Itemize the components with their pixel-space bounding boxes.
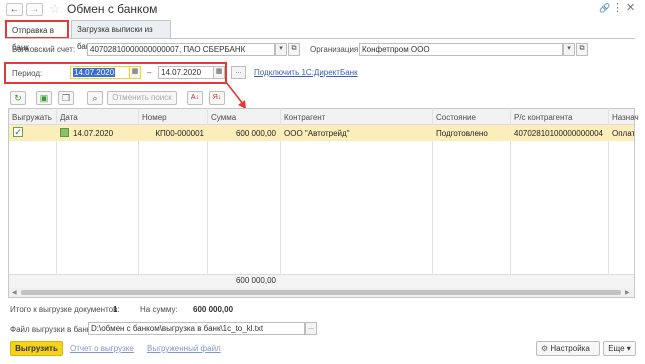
column-header-export[interactable]: Выгружать (12, 113, 52, 122)
column-header-amount[interactable]: Сумма (211, 113, 236, 122)
row-number: КП00-000001 (155, 129, 204, 138)
row-counterparty-account: 40702810100000000004 (514, 129, 603, 138)
open-link-icon: ⧉ (291, 45, 297, 52)
account-field[interactable]: 40702810000000000007, ПАО СБЕРБАНК (87, 43, 275, 56)
period-to-calendar-button[interactable]: ▦ (213, 66, 225, 79)
search-icon: ⌕ (92, 93, 98, 103)
calendar-icon: ▦ (131, 68, 139, 75)
period-from-value: 14.07.2020 (73, 68, 116, 77)
file-label: Файл выгрузки в банк: (10, 325, 93, 334)
sort-desc-button[interactable]: Я↓ (209, 91, 225, 105)
chevron-down-icon: ▾ (626, 344, 631, 353)
arrow-left-icon: ← (9, 4, 20, 15)
connect-directbank-link[interactable]: Подключить 1С:ДиректБанк (254, 68, 358, 77)
column-header-number[interactable]: Номер (142, 113, 167, 122)
close-icon[interactable]: ✕ (626, 1, 635, 14)
column-header-counterparty-account[interactable]: Р/с контрагента (514, 113, 572, 122)
sort-ascending-icon: A↓ (190, 94, 200, 101)
organization-field[interactable]: Конфетпром ООО (359, 43, 563, 56)
sort-descending-icon: Я↓ (212, 94, 222, 101)
docs-count-label: Итого к выгрузке документов: (10, 305, 120, 314)
checkmark-icon: ✓ (14, 127, 22, 137)
sum-label: На сумму: (140, 305, 178, 314)
period-from-field[interactable]: 14.07.2020 (70, 66, 130, 79)
organization-dropdown-button[interactable]: ▾ (563, 43, 575, 56)
table-total-amount: 600 000,00 (235, 276, 276, 285)
document-icon (60, 128, 69, 137)
export-report-link[interactable]: Отчет о выгрузке (70, 344, 134, 353)
copy-button[interactable]: ❐ (58, 91, 74, 105)
period-dash: – (147, 68, 152, 77)
check-list-icon: ▣ (39, 93, 49, 103)
table-total-row (9, 274, 634, 288)
row-counterparty: ООО "Автотрейд" (284, 129, 350, 138)
row-state: Подготовлено (436, 129, 488, 138)
row-amount: 600 000,00 (235, 129, 276, 138)
window-title: Обмен с банком (67, 2, 158, 16)
refresh-icon: ↻ (14, 93, 22, 103)
file-path-field[interactable]: D:\обмен с банком\выгрузка в банк\1c_to_… (88, 322, 305, 335)
cancel-search-button[interactable]: Отменить поиск (107, 91, 177, 105)
calendar-icon: ▦ (215, 68, 223, 75)
organization-open-button[interactable]: ⧉ (576, 43, 588, 56)
docs-count-value: 1 (113, 305, 118, 314)
more-button[interactable]: Еще ▾ (603, 341, 636, 356)
back-button[interactable]: ← (6, 3, 23, 16)
period-select-button[interactable]: ... (231, 66, 246, 79)
tab-send-to-bank[interactable]: Отправка в банк (5, 20, 69, 52)
arrow-right-icon: → (29, 4, 40, 15)
more-label: Еще (608, 344, 625, 353)
find-button[interactable]: ⌕ (87, 91, 103, 105)
forward-button[interactable]: → (26, 3, 43, 16)
tabs-divider (5, 38, 635, 39)
menu-more-icon[interactable]: ⋮ (612, 1, 623, 14)
column-header-counterparty[interactable]: Контрагент (284, 113, 325, 122)
sum-value: 600 000,00 (193, 305, 234, 314)
export-button[interactable]: Выгрузить (10, 341, 63, 356)
period-from-calendar-button[interactable]: ▦ (129, 66, 141, 79)
settings-button[interactable]: ⚙ Настройка (536, 341, 600, 356)
period-to-field[interactable]: 14.07.2020 (158, 66, 215, 79)
account-dropdown-button[interactable]: ▾ (275, 43, 287, 56)
column-header-purpose[interactable]: Назнач (612, 113, 639, 122)
period-label: Период: (12, 69, 43, 78)
refresh-button[interactable]: ↻ (10, 91, 26, 105)
scroll-left-icon[interactable]: ◀ (12, 289, 17, 296)
exported-file-link[interactable]: Выгруженный файл (147, 344, 221, 353)
row-date: 14.07.2020 (73, 129, 114, 138)
file-select-button[interactable]: ... (305, 322, 317, 335)
dropdown-arrow-icon: ▾ (567, 45, 571, 52)
dropdown-arrow-icon: ▾ (279, 45, 283, 52)
sort-asc-button[interactable]: A↓ (187, 91, 203, 105)
scrollbar-thumb[interactable] (21, 290, 621, 295)
account-label: Банковский счет: (12, 45, 76, 54)
export-checkbox[interactable]: ✓ (13, 127, 23, 137)
settings-label: Настройка (550, 344, 590, 353)
copy-icon: ❐ (61, 93, 71, 103)
gear-icon: ⚙ (541, 344, 549, 353)
scroll-right-icon[interactable]: ▶ (625, 289, 630, 296)
favorite-star-icon[interactable]: ☆ (49, 1, 61, 17)
select-all-button[interactable]: ▣ (36, 91, 52, 105)
organization-label: Организация: (310, 45, 361, 54)
account-open-button[interactable]: ⧉ (288, 43, 300, 56)
column-header-state[interactable]: Состояние (436, 113, 476, 122)
open-link-icon: ⧉ (579, 45, 585, 52)
column-header-date[interactable]: Дата (60, 113, 78, 122)
tab-load-statement[interactable]: Загрузка выписки из банка (71, 20, 171, 51)
row-purpose: Оплата (612, 129, 634, 138)
link-icon[interactable]: 🔗 (599, 3, 610, 14)
